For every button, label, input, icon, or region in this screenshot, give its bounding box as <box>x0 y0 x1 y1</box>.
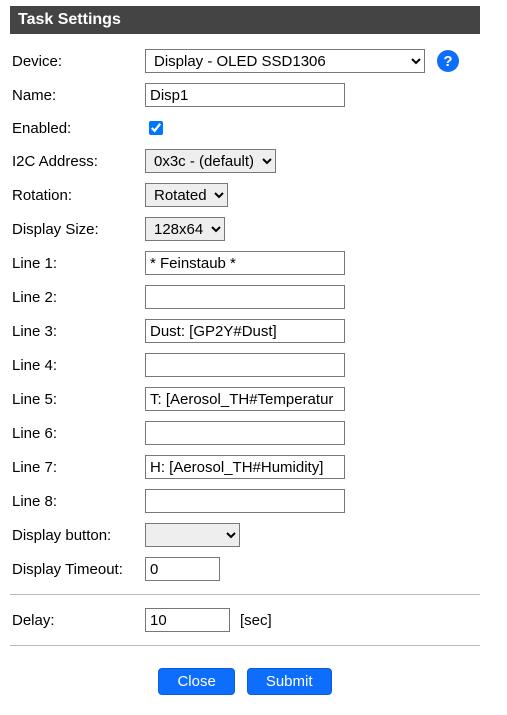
separator <box>10 594 480 595</box>
help-icon[interactable]: ? <box>437 50 459 72</box>
label-line3: Line 3: <box>10 323 145 340</box>
label-line8: Line 8: <box>10 493 145 510</box>
row-name: Name: <box>10 78 480 112</box>
delay-input[interactable] <box>145 608 230 632</box>
line2-input[interactable] <box>145 285 345 309</box>
display-button-select[interactable] <box>145 523 240 547</box>
row-line7: Line 7: <box>10 450 480 484</box>
label-i2c: I2C Address: <box>10 153 145 170</box>
button-row: Close Submit <box>10 654 480 715</box>
task-settings-panel: Task Settings Device: Display - OLED SSD… <box>10 6 480 715</box>
row-device: Device: Display - OLED SSD1306 ? <box>10 44 480 78</box>
row-i2c: I2C Address: 0x3c - (default) <box>10 144 480 178</box>
label-name: Name: <box>10 87 145 104</box>
row-line1: Line 1: <box>10 246 480 280</box>
row-display-button: Display button: <box>10 518 480 552</box>
line7-input[interactable] <box>145 455 345 479</box>
label-line1: Line 1: <box>10 255 145 272</box>
close-button[interactable]: Close <box>158 668 234 695</box>
row-delay: Delay: [sec] <box>10 603 480 637</box>
label-display-timeout: Display Timeout: <box>10 561 145 578</box>
i2c-address-select[interactable]: 0x3c - (default) <box>145 149 276 173</box>
row-line6: Line 6: <box>10 416 480 450</box>
label-display-button: Display button: <box>10 527 145 544</box>
display-size-select[interactable]: 128x64 <box>145 217 225 241</box>
label-enabled: Enabled: <box>10 120 145 137</box>
row-display-timeout: Display Timeout: <box>10 552 480 586</box>
label-line4: Line 4: <box>10 357 145 374</box>
submit-button[interactable]: Submit <box>247 668 332 695</box>
label-device: Device: <box>10 53 145 70</box>
line1-input[interactable] <box>145 251 345 275</box>
label-line5: Line 5: <box>10 391 145 408</box>
line3-input[interactable] <box>145 319 345 343</box>
row-line2: Line 2: <box>10 280 480 314</box>
row-line4: Line 4: <box>10 348 480 382</box>
label-line2: Line 2: <box>10 289 145 306</box>
line8-input[interactable] <box>145 489 345 513</box>
line5-input[interactable] <box>145 387 345 411</box>
label-delay: Delay: <box>10 612 145 629</box>
row-line5: Line 5: <box>10 382 480 416</box>
row-line3: Line 3: <box>10 314 480 348</box>
line6-input[interactable] <box>145 421 345 445</box>
display-timeout-input[interactable] <box>145 557 220 581</box>
label-display-size: Display Size: <box>10 221 145 238</box>
enabled-checkbox[interactable] <box>149 121 163 135</box>
panel-title: Task Settings <box>10 6 480 34</box>
rotation-select[interactable]: Rotated <box>145 183 228 207</box>
label-rotation: Rotation: <box>10 187 145 204</box>
device-select[interactable]: Display - OLED SSD1306 <box>145 49 425 73</box>
separator <box>10 645 480 646</box>
row-line8: Line 8: <box>10 484 480 518</box>
row-display-size: Display Size: 128x64 <box>10 212 480 246</box>
label-line6: Line 6: <box>10 425 145 442</box>
delay-unit: [sec] <box>236 612 272 629</box>
row-enabled: Enabled: <box>10 112 480 144</box>
row-rotation: Rotation: Rotated <box>10 178 480 212</box>
line4-input[interactable] <box>145 353 345 377</box>
label-line7: Line 7: <box>10 459 145 476</box>
task-settings-form: Device: Display - OLED SSD1306 ? Name: E… <box>10 34 480 715</box>
name-input[interactable] <box>145 83 345 107</box>
